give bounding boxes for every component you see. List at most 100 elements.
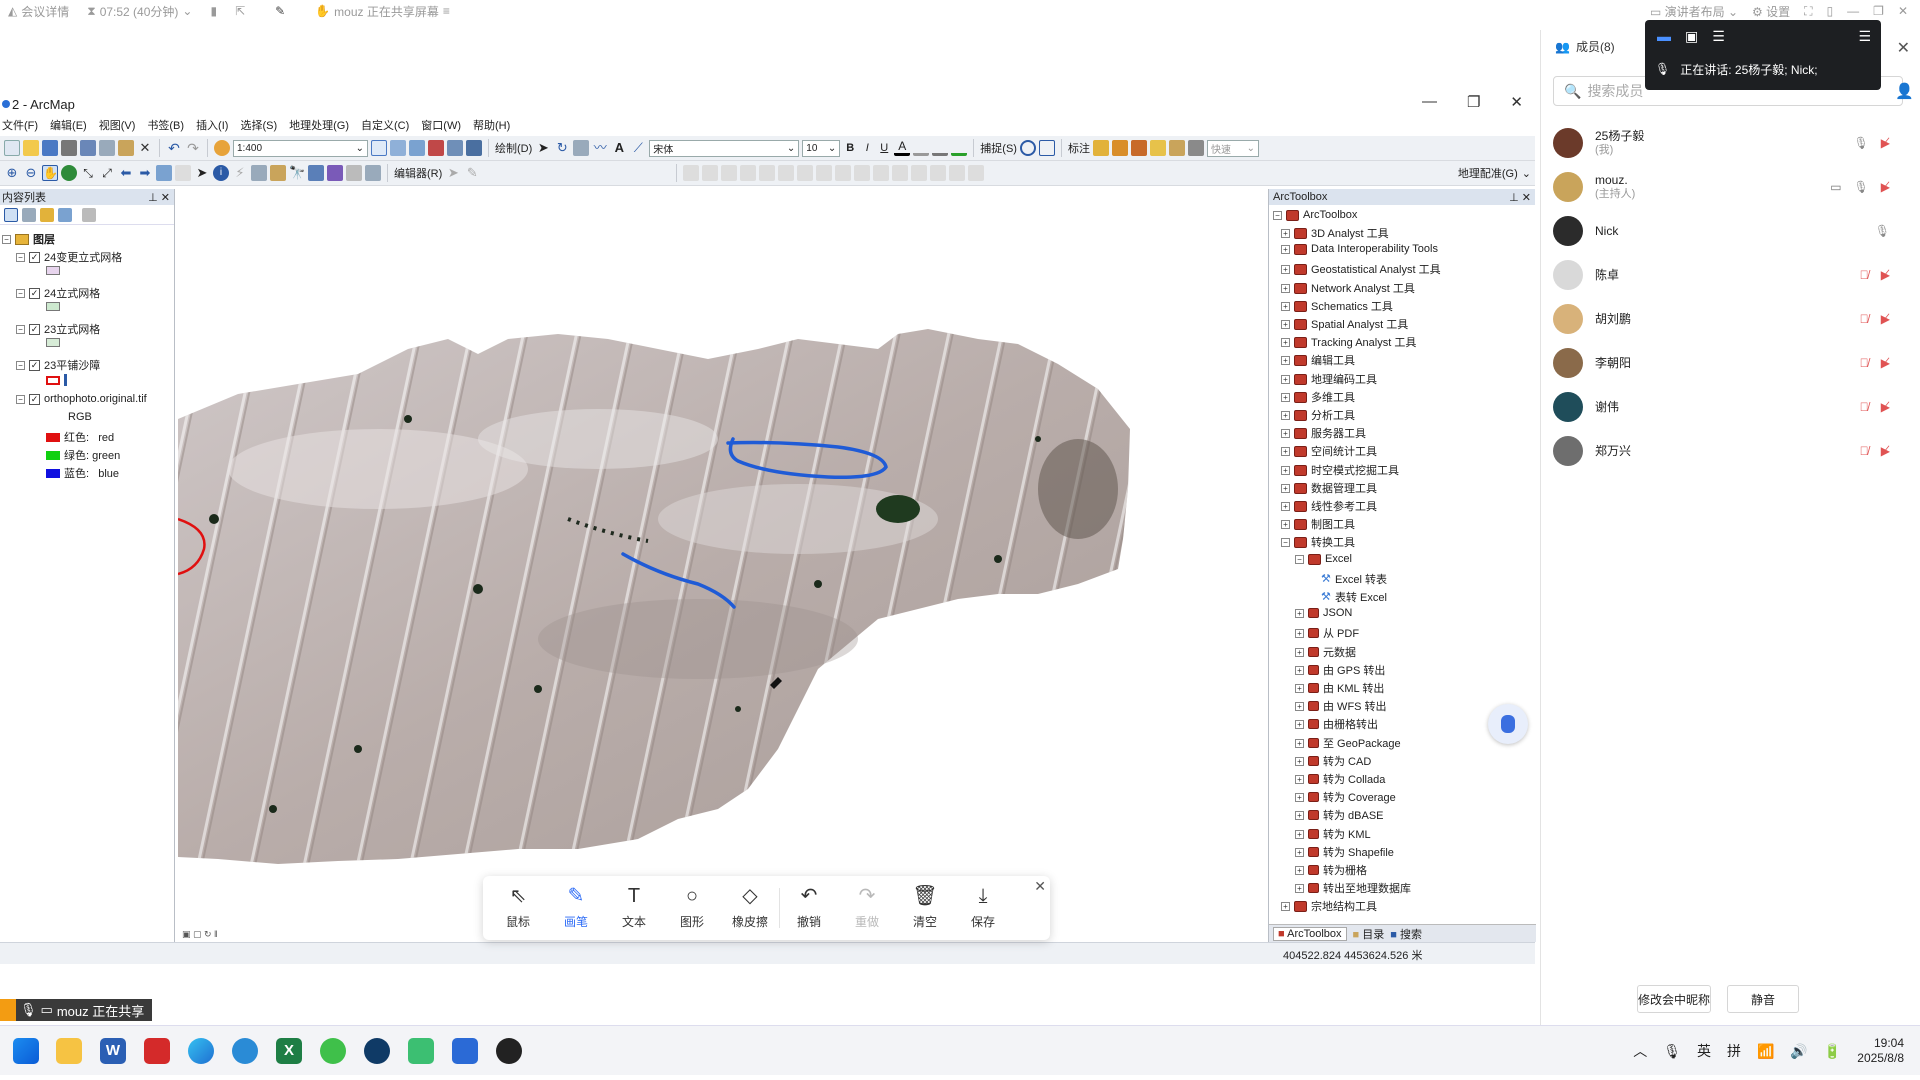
orthophoto-map[interactable] — [178, 189, 1248, 941]
restore-icon[interactable]: ❐ — [1873, 4, 1884, 18]
menu-view[interactable]: 视图(V) — [99, 117, 136, 133]
map-display[interactable]: ▣ ▢ ↻ ‖ — [178, 189, 1248, 941]
layer-symbol[interactable] — [46, 338, 60, 347]
expand-icon[interactable]: + — [1281, 374, 1290, 384]
hyperlink-icon[interactable]: ⚡ — [232, 165, 248, 181]
camera-off-icon[interactable]: ▶̸ — [1881, 356, 1890, 370]
expand-icon[interactable]: + — [1295, 719, 1304, 729]
expand-icon[interactable]: + — [1295, 683, 1304, 693]
italic-button[interactable]: I — [860, 142, 874, 154]
toolset-item[interactable]: + 至 GeoPackage — [1295, 735, 1401, 751]
layer-visibility-checkbox[interactable]: ✓ — [29, 359, 40, 371]
member-row[interactable]: mouz. (主持人) ▭ 🎙 ▶̸ — [1553, 169, 1898, 205]
fill-color-icon[interactable] — [913, 140, 930, 156]
toolset-item[interactable]: + 转为 Coverage — [1295, 789, 1396, 805]
expand-icon[interactable]: + — [1295, 774, 1304, 784]
find-route-icon[interactable] — [308, 165, 324, 181]
georef-tool-5-icon[interactable] — [759, 165, 776, 181]
toc-raster-layer[interactable]: − ✓ orthophoto.original.tif — [16, 393, 147, 405]
edge-icon[interactable] — [188, 1038, 214, 1064]
menu-file[interactable]: 文件(F) — [2, 117, 38, 133]
measure-icon[interactable] — [270, 165, 286, 181]
annot-tool-cursor[interactable]: ⇖ 鼠标 — [489, 886, 547, 930]
map-view-controls[interactable]: ▣ ▢ ↻ ‖ — [182, 929, 218, 940]
member-row[interactable]: Nick 🎙 — [1553, 213, 1898, 249]
toolset-item[interactable]: − Excel — [1295, 553, 1352, 565]
toolset-item[interactable]: + 地理编码工具 — [1281, 371, 1377, 387]
toolset-item[interactable]: + 转出至地理数据库 — [1295, 880, 1411, 896]
create-features-icon[interactable] — [654, 165, 670, 181]
georef-tool-3-icon[interactable] — [721, 165, 738, 181]
camera-off-icon[interactable]: ▶̸ — [1881, 268, 1890, 282]
georef-tool-6-icon[interactable] — [778, 165, 795, 181]
collapse-icon[interactable]: − — [1273, 210, 1282, 220]
close-icon[interactable]: ✕ — [1034, 878, 1046, 895]
floating-assistant-button[interactable] — [1488, 704, 1528, 744]
annot-tool-redo[interactable]: ↷ 重做 — [838, 886, 896, 930]
expand-icon[interactable]: + — [1295, 829, 1304, 839]
copy-icon[interactable] — [99, 140, 115, 156]
menu-bookmarks[interactable]: 书签(B) — [147, 117, 184, 133]
georef-tool-15-icon[interactable] — [949, 165, 966, 181]
menu-edit[interactable]: 编辑(E) — [50, 117, 87, 133]
edit-vertices-icon[interactable]: ⟋ — [630, 140, 646, 156]
tool-item[interactable]: ⚒ 表转 Excel — [1321, 589, 1387, 605]
toolset-item[interactable]: + 转为 Shapefile — [1295, 844, 1394, 860]
select-features-icon[interactable] — [156, 165, 172, 181]
expand-icon[interactable]: + — [1295, 792, 1304, 802]
forward-icon[interactable]: ➡ — [137, 165, 153, 181]
toolset-item[interactable]: + 由栅格转出 — [1295, 716, 1378, 732]
expand-icon[interactable]: + — [1281, 410, 1290, 420]
layer-visibility-checkbox[interactable]: ✓ — [29, 323, 40, 335]
close-icon[interactable]: ✕ — [1897, 38, 1910, 58]
toolset-item[interactable]: + 线性参考工具 — [1281, 498, 1377, 514]
html-popup-icon[interactable] — [251, 165, 267, 181]
expand-icon[interactable]: − — [1295, 554, 1304, 564]
marker-color-icon[interactable] — [951, 140, 968, 156]
expand-icon[interactable]: + — [1281, 465, 1290, 475]
rotate-icon[interactable]: ↻ — [554, 140, 570, 156]
windows-start-icon[interactable] — [13, 1038, 39, 1064]
toc-root[interactable]: − 图层 — [2, 231, 55, 247]
map-scale-select[interactable]: 1:400 ⌄ — [233, 139, 368, 157]
layer-symbol[interactable] — [46, 374, 67, 386]
mic-muted-icon[interactable]: 🎙̸ — [1860, 444, 1869, 458]
line-color-icon[interactable] — [932, 140, 949, 156]
excel-icon[interactable]: X — [276, 1038, 302, 1064]
catalog-icon[interactable] — [409, 140, 425, 156]
toolset-item[interactable]: + Data Interoperability Tools — [1281, 243, 1438, 255]
camera-off-icon[interactable]: ▶̸ — [1881, 444, 1890, 458]
fixed-zoom-in-icon[interactable]: ⤡ — [80, 165, 96, 181]
ime-language[interactable]: 英 — [1697, 1041, 1711, 1061]
label-priority-icon[interactable] — [1111, 140, 1128, 156]
model-builder-icon[interactable] — [466, 140, 482, 156]
mic-icon[interactable]: 🎙 — [1854, 180, 1869, 194]
expand-icon[interactable]: + — [1295, 810, 1304, 820]
expand-icon[interactable]: + — [1281, 337, 1290, 347]
invite-member-icon[interactable]: 👤 — [1895, 82, 1914, 100]
grid-icon[interactable]: ☰ — [1712, 28, 1725, 45]
clock[interactable]: 19:04 2025/8/8 — [1857, 1036, 1904, 1066]
member-row[interactable]: 胡刘鹏 🎙̸ ▶̸ — [1553, 301, 1898, 337]
find-icon[interactable]: 🔭 — [289, 165, 305, 181]
toolset-item[interactable]: + Tracking Analyst 工具 — [1281, 334, 1416, 350]
snapping-menu[interactable]: 捕捉(S) — [980, 140, 1017, 156]
mic-muted-icon[interactable]: 🎙̸ — [1860, 268, 1869, 282]
toolset-item[interactable]: − 转换工具 — [1281, 534, 1355, 550]
sketch-tool-icon[interactable]: ✎ — [464, 165, 480, 181]
camera-off-icon[interactable]: ▶̸ — [1881, 136, 1890, 150]
toc-layer[interactable]: − ✓ 24变更立式网格 — [16, 249, 122, 265]
window-maximize-button[interactable]: ❐ — [1467, 93, 1480, 111]
toolset-item[interactable]: + Network Analyst 工具 — [1281, 280, 1415, 296]
font-size-select[interactable]: 10 ⌄ — [802, 139, 841, 157]
end-point-arc-icon[interactable] — [502, 165, 518, 181]
point-snapping-icon[interactable] — [1019, 140, 1036, 156]
tab-catalog[interactable]: ■ 目录 — [1353, 926, 1385, 942]
expand-icon[interactable]: + — [1281, 483, 1290, 493]
layer-symbol[interactable] — [46, 302, 60, 311]
trace-icon[interactable] — [521, 165, 537, 181]
expand-icon[interactable]: + — [1281, 901, 1290, 911]
toolset-item[interactable]: + 时空模式挖掘工具 — [1281, 462, 1399, 478]
expand-icon[interactable]: + — [1281, 519, 1290, 529]
georef-tool-2-icon[interactable] — [702, 165, 719, 181]
